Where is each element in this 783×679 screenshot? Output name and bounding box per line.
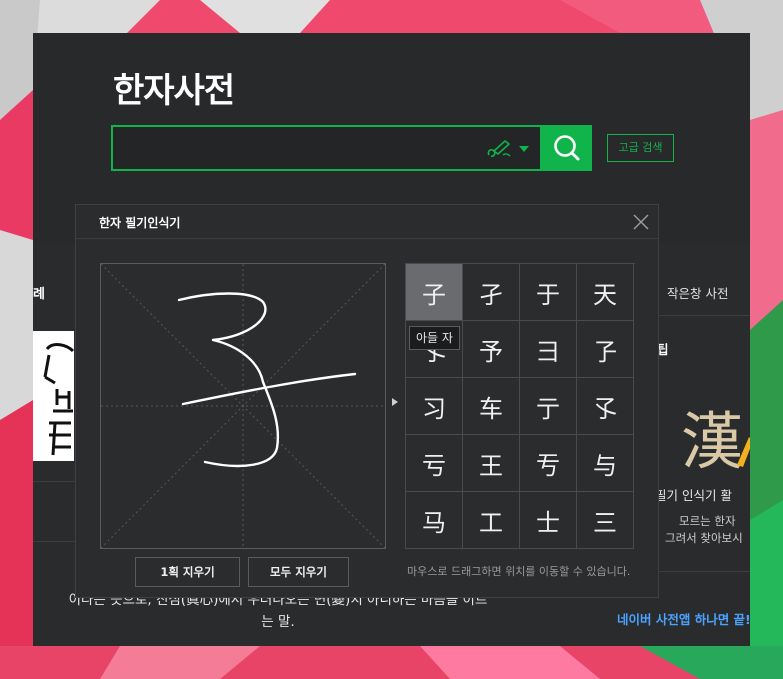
chevron-right-icon (392, 398, 398, 406)
candidate-character[interactable]: 孓 (577, 378, 634, 435)
erase-one-stroke-button[interactable]: 1획 지우기 (135, 557, 240, 587)
candidate-character[interactable]: 车 (463, 378, 520, 435)
candidate-character[interactable]: 马 (406, 492, 463, 549)
candidate-character[interactable]: 三 (577, 492, 634, 549)
candidate-character[interactable]: 王 (463, 435, 520, 492)
candidate-character[interactable]: 孑 (463, 264, 520, 321)
page-title: 한자사전 (113, 71, 235, 111)
erase-all-button[interactable]: 모두 지우기 (248, 557, 349, 587)
popup-title: 한자 필기인식기 (99, 216, 181, 230)
chevron-down-icon[interactable] (519, 145, 529, 153)
candidate-tooltip: 아들 자 (409, 326, 460, 350)
divider (33, 481, 76, 482)
search-button[interactable] (542, 125, 592, 171)
stroke-image-card (33, 331, 74, 461)
candidate-character[interactable]: 天 (577, 264, 634, 321)
handwriting-recognizer-popup[interactable]: 한자 필기인식기 子孑于天孓予彐孒习车亍孓亏王亐与马工士三 아들 자 1획 지우… (75, 204, 659, 598)
handwriting-canvas[interactable] (100, 263, 386, 549)
search-box[interactable] (111, 125, 542, 171)
candidate-character[interactable]: 与 (577, 435, 634, 492)
candidate-character[interactable]: 子 (406, 264, 463, 321)
tip-caption: 필기 인식기 활 (655, 488, 732, 503)
candidate-character[interactable]: 孒 (577, 321, 634, 378)
mini-dictionary-link[interactable]: 작은창 사전 (667, 283, 728, 302)
tip-description: 모르는 한자 (679, 514, 736, 528)
tip-description: 그려서 찾아보시 (665, 531, 743, 545)
left-section-label: 례 (33, 287, 45, 302)
drag-hint-text: 마우스로 드래그하면 위치를 이동할 수 있습니다. (407, 565, 631, 578)
meaning-line: 는 말. (261, 614, 295, 630)
candidate-character[interactable]: 亍 (520, 378, 577, 435)
candidate-grid: 子孑于天孓予彐孒习车亍孓亏王亐与马工士三 (405, 263, 635, 549)
pencil-illustration-icon (737, 437, 750, 467)
search-input[interactable] (113, 127, 473, 169)
candidate-character[interactable]: 亏 (406, 435, 463, 492)
divider (76, 238, 658, 239)
candidate-character[interactable]: 于 (520, 264, 577, 321)
divider (33, 541, 76, 542)
naver-app-link[interactable]: 네이버 사전앱 하나면 끝! (617, 611, 750, 628)
handwriting-pen-icon[interactable] (485, 138, 513, 160)
candidate-character[interactable]: 士 (520, 492, 577, 549)
search-icon (554, 135, 580, 161)
advanced-search-button[interactable]: 고급 검색 (607, 134, 674, 162)
close-icon[interactable] (632, 213, 650, 231)
candidate-character[interactable]: 彐 (520, 321, 577, 378)
candidate-character[interactable]: 予 (463, 321, 520, 378)
candidate-character[interactable]: 亐 (520, 435, 577, 492)
candidate-character[interactable]: 习 (406, 378, 463, 435)
candidate-character[interactable]: 工 (463, 492, 520, 549)
